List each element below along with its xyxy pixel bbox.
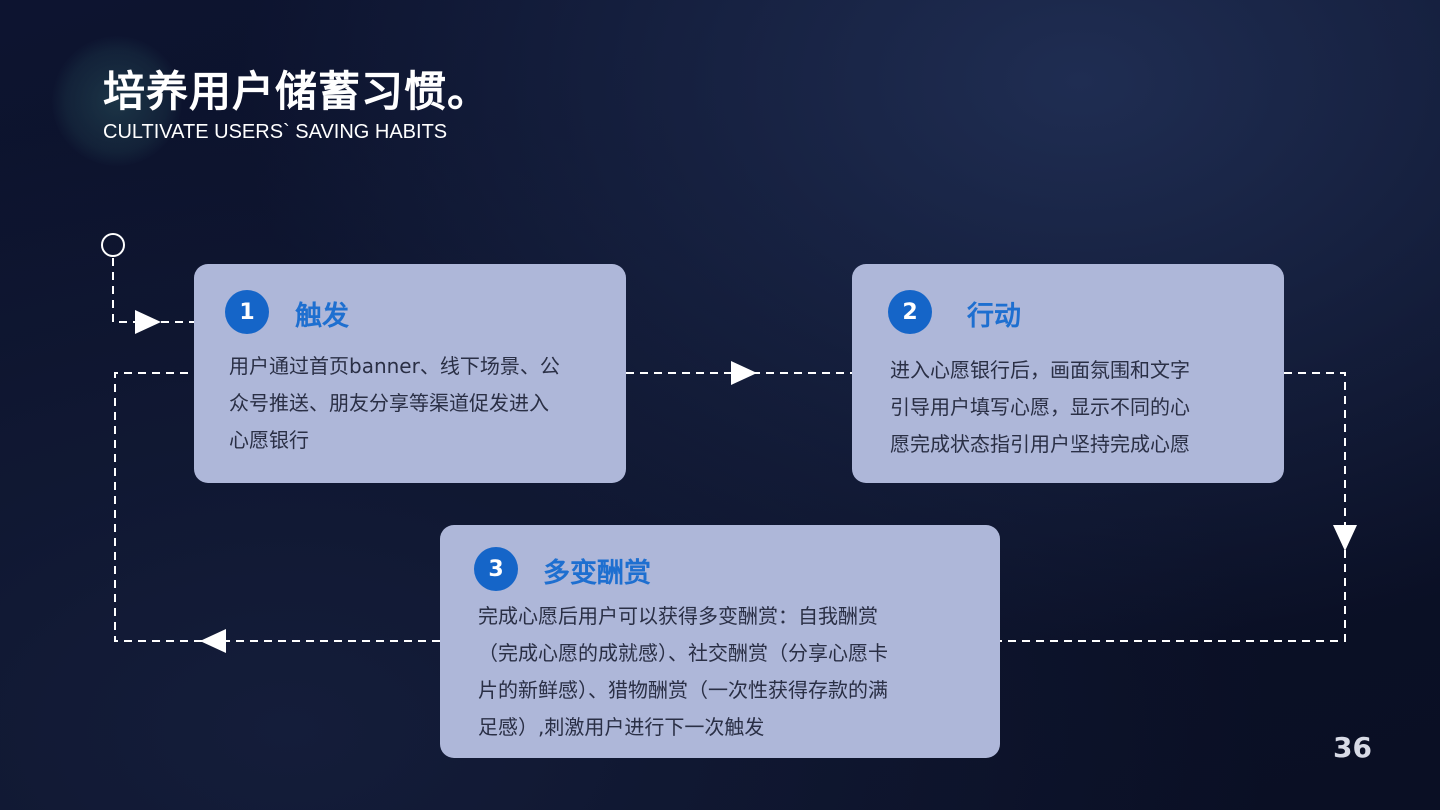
step-description: 用户通过首页banner、线下场景、公 众号推送、朋友分享等渠道促发进入 心愿银… — [229, 348, 560, 459]
description-line: 愿完成状态指引用户坚持完成心愿 — [890, 432, 1190, 456]
arrowhead-3-to-1 — [200, 629, 226, 653]
step-title: 多变酬赏 — [543, 558, 651, 589]
step-card-variable-reward: 3 多变酬赏 完成心愿后用户可以获得多变酬赏：自我酬赏 （完成心愿的成就感）、社… — [440, 525, 1000, 758]
description-line: 引导用户填写心愿，显示不同的心 — [890, 395, 1190, 419]
description-line: 完成心愿后用户可以获得多变酬赏：自我酬赏 — [478, 604, 878, 628]
step-number-badge: 2 — [888, 290, 932, 334]
page-number: 36 — [1333, 731, 1372, 764]
arrowhead-1-to-2 — [731, 361, 757, 385]
description-line: 片的新鲜感）、猎物酬赏（一次性获得存款的满 — [478, 678, 888, 702]
step-description: 进入心愿银行后，画面氛围和文字 引导用户填写心愿，显示不同的心 愿完成状态指引用… — [890, 352, 1190, 463]
description-line: 用户通过首页banner、线下场景、公 — [229, 354, 560, 378]
arrowhead-2-to-3 — [1333, 525, 1357, 551]
description-line: （完成心愿的成就感）、社交酬赏（分享心愿卡 — [478, 641, 888, 665]
arrowhead-start — [135, 310, 161, 334]
description-line: 心愿银行 — [229, 428, 309, 452]
step-description: 完成心愿后用户可以获得多变酬赏：自我酬赏 （完成心愿的成就感）、社交酬赏（分享心… — [478, 598, 888, 746]
step-number-badge: 1 — [225, 290, 269, 334]
step-number-badge: 3 — [474, 547, 518, 591]
step-title: 触发 — [295, 301, 349, 332]
step-card-action: 2 行动 进入心愿银行后，画面氛围和文字 引导用户填写心愿，显示不同的心 愿完成… — [852, 264, 1284, 483]
step-title: 行动 — [967, 301, 1021, 332]
description-line: 进入心愿银行后，画面氛围和文字 — [890, 358, 1190, 382]
step-card-trigger: 1 触发 用户通过首页banner、线下场景、公 众号推送、朋友分享等渠道促发进… — [194, 264, 626, 483]
description-line: 众号推送、朋友分享等渠道促发进入 — [229, 391, 549, 415]
description-line: 足感）,刺激用户进行下一次触发 — [478, 715, 765, 739]
start-node — [101, 233, 125, 257]
connector-start — [112, 258, 195, 323]
